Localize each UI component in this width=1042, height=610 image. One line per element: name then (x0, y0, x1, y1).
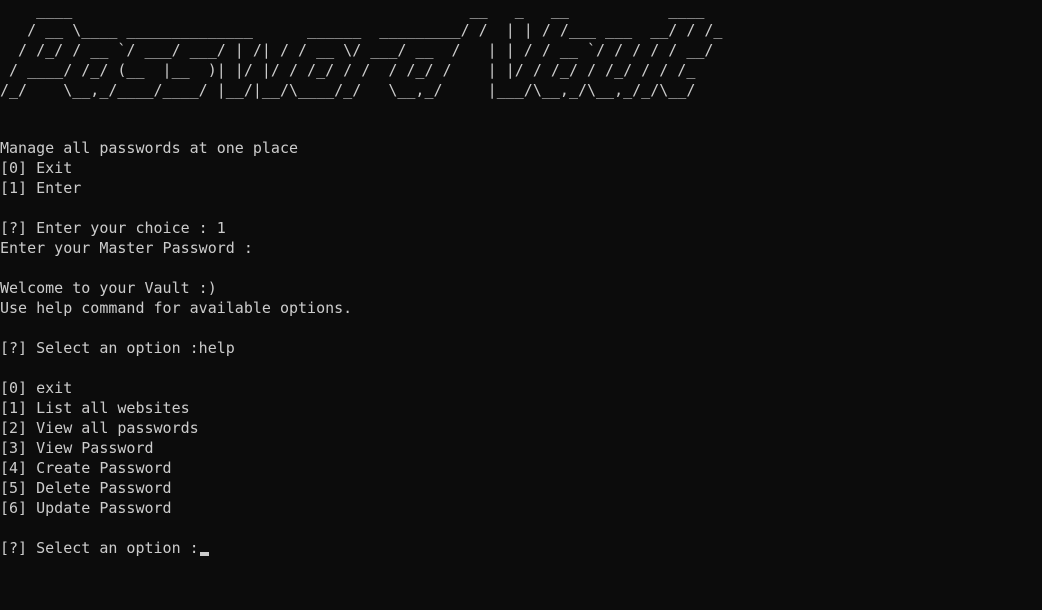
help-hint: Use help command for available options. (0, 299, 353, 317)
command-update-password: [6] Update Password (0, 499, 172, 517)
command-create-password: [4] Create Password (0, 459, 172, 477)
choice-prompt: [?] Enter your choice : 1 (0, 219, 226, 237)
text-cursor (199, 552, 209, 556)
command-list-websites: [1] List all websites (0, 399, 190, 417)
menu-option-exit: [0] Exit (0, 159, 73, 177)
menu-option-enter: [1] Enter (0, 179, 82, 197)
command-exit: [0] exit (0, 379, 73, 397)
command-view-all-passwords: [2] View all passwords (0, 419, 199, 437)
select-option-prompt: [?] Select an option : (0, 539, 199, 557)
command-view-password: [3] View Password (0, 439, 154, 457)
welcome-message: Welcome to your Vault :) (0, 279, 217, 297)
master-password-prompt: Enter your Master Password : (0, 239, 253, 257)
select-option-help-prompt: [?] Select an option :help (0, 339, 235, 357)
terminal-window[interactable]: ____ __ _ __ ____ / __ \____ ___________… (0, 0, 1042, 610)
terminal-output: Manage all passwords at one place [0] Ex… (0, 138, 1042, 558)
tagline: Manage all passwords at one place (0, 139, 299, 157)
active-input-line[interactable]: [?] Select an option : (0, 538, 1042, 558)
ascii-banner-password-vault: ____ __ _ __ ____ / __ \____ ___________… (0, 1, 723, 99)
command-delete-password: [5] Delete Password (0, 479, 172, 497)
